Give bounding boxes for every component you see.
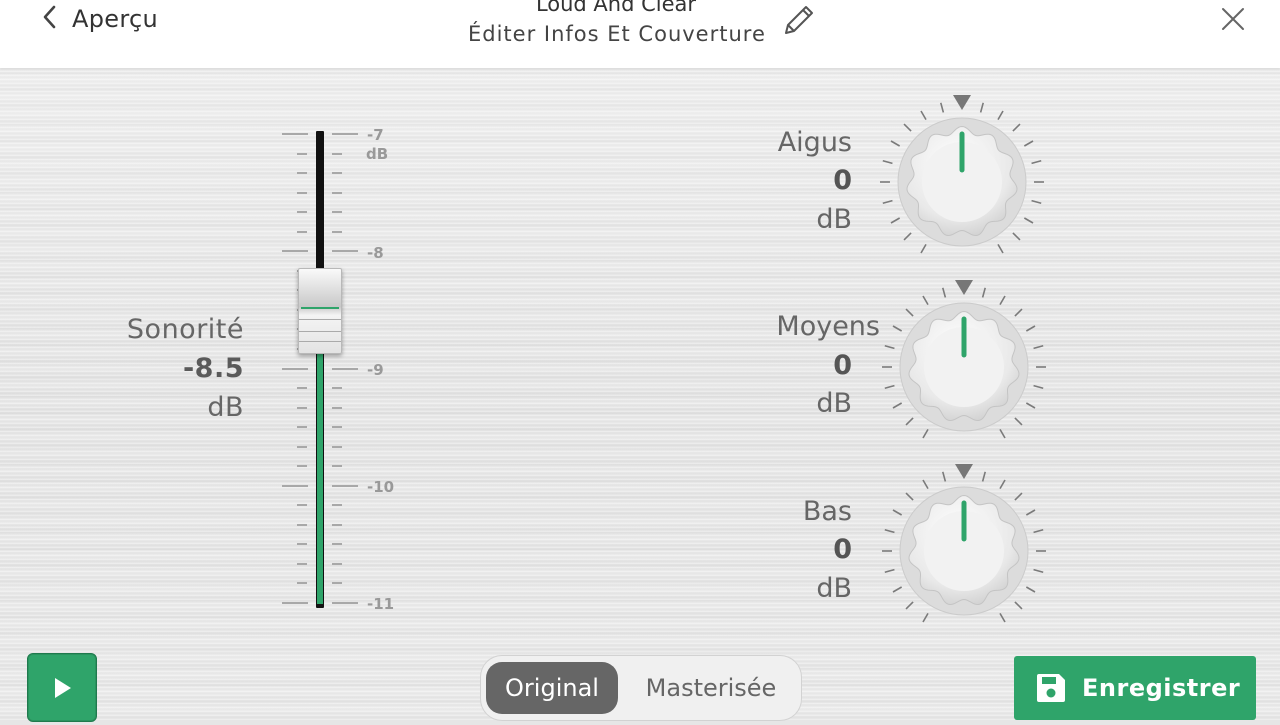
close-button[interactable] <box>1216 2 1250 36</box>
loudness-label: Sonorité <box>126 314 244 345</box>
play-icon <box>28 678 96 725</box>
treble-unit: dB <box>816 204 852 235</box>
bass-knob[interactable] <box>874 461 1054 641</box>
song-title: Loud And Clear <box>535 0 697 16</box>
mid-unit: dB <box>816 388 852 419</box>
mode-toggle: Original Masterisée <box>480 655 802 721</box>
scale-label-minus10: -10 <box>367 478 395 496</box>
close-icon <box>1216 8 1250 40</box>
play-button[interactable] <box>27 653 97 722</box>
mid-knob[interactable] <box>874 277 1054 457</box>
mid-label: Moyens <box>776 311 880 342</box>
top-bar: Aperçu Loud And Clear Éditer Infos Et Co… <box>0 0 1280 68</box>
scale-label-minus8: -8 <box>367 244 384 262</box>
scale-label-minus9: -9 <box>367 361 384 379</box>
save-icon <box>1034 671 1068 705</box>
edit-info-link[interactable]: Éditer Infos Et Couverture <box>468 22 766 46</box>
scale-label-top-unit: dB <box>366 145 389 163</box>
save-button[interactable]: Enregistrer <box>1014 656 1256 720</box>
treble-knob[interactable] <box>872 92 1052 272</box>
treble-value: 0 <box>833 165 852 196</box>
bass-label: Bas <box>802 496 852 527</box>
mid-value: 0 <box>833 350 852 381</box>
mode-original-button[interactable]: Original <box>486 662 618 714</box>
bass-value: 0 <box>833 534 852 565</box>
pencil-icon <box>778 6 818 44</box>
treble-label: Aigus <box>777 127 852 158</box>
loudness-value: -8.5 <box>182 353 244 384</box>
loudness-unit: dB <box>207 392 244 423</box>
save-label: Enregistrer <box>1082 674 1241 702</box>
scale-label-minus11: -11 <box>367 595 395 613</box>
brushed-metal-background <box>0 68 1280 720</box>
bass-unit: dB <box>816 573 852 604</box>
edit-button[interactable] <box>778 0 818 40</box>
mode-mastered-button[interactable]: Masterisée <box>626 662 796 714</box>
scale-label-top: -7 <box>367 126 384 144</box>
loudness-fader-handle[interactable] <box>298 267 342 354</box>
